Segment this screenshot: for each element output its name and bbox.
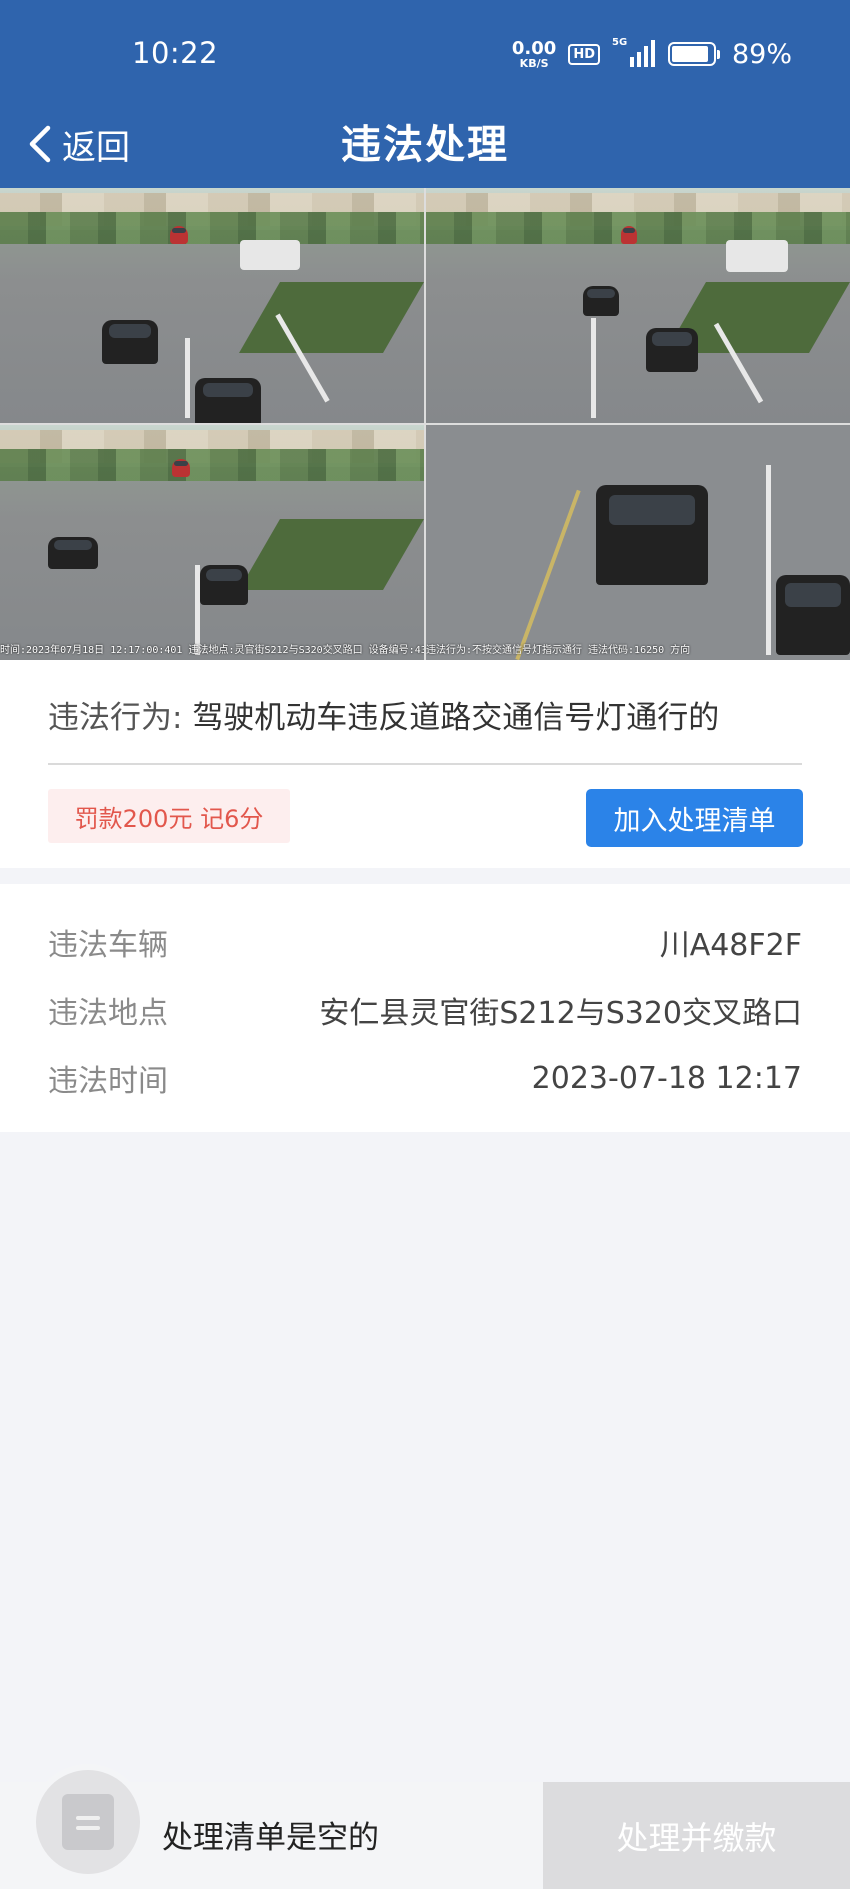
detail-value: 2023-07-18 12:17 (531, 1060, 802, 1096)
detail-value: 川A48F2F (659, 928, 802, 963)
app-header: 10:22 0.00 KB/S HD 5G 89% 返回 违法处理 (0, 0, 850, 188)
detail-value: 安仁县灵官街S212与S320交叉路口 (319, 996, 802, 1031)
detail-key: 违法时间 (48, 1064, 168, 1099)
battery-percent: 89% (731, 38, 792, 70)
violation-photo-2[interactable] (426, 188, 850, 423)
violation-photo-4[interactable]: 违法行为:不按交通信号灯指示通行 违法代码:16250 方向 (426, 425, 850, 660)
detail-row-time: 违法时间 2023-07-18 12:17 (48, 1055, 802, 1101)
add-to-list-button[interactable]: 加入处理清单 (586, 789, 803, 847)
photo-caption-left: 时间:2023年07月18日 12:17:00:401 违法地点:灵官街S212… (0, 645, 424, 656)
violation-behavior-text: 驾驶机动车违反道路交通信号灯通行的 (192, 700, 720, 736)
hd-icon: HD (568, 43, 600, 65)
violation-photo-1[interactable] (0, 188, 424, 423)
process-and-pay-button[interactable]: 处理并缴款 (543, 1782, 850, 1889)
status-bar: 10:22 0.00 KB/S HD 5G 89% (0, 0, 850, 108)
network-type: 5G (611, 37, 628, 48)
detail-row-location: 违法地点 安仁县灵官街S212与S320交叉路口 (48, 987, 802, 1033)
violation-card: 违法行为: 驾驶机动车违反道路交通信号灯通行的 罚款200元 记6分 加入处理清… (0, 660, 850, 868)
fine-badge: 罚款200元 记6分 (48, 789, 290, 843)
network-speed: 0.00 KB/S (511, 37, 557, 70)
photo-caption-right: 违法行为:不按交通信号灯指示通行 违法代码:16250 方向 (426, 645, 691, 656)
divider (48, 763, 802, 765)
list-empty-text: 处理清单是空的 (162, 1820, 379, 1856)
network-speed-unit: KB/S (519, 56, 549, 70)
nav-bar: 返回 违法处理 (0, 108, 850, 188)
list-icon (62, 1794, 114, 1850)
violation-details: 违法车辆 川A48F2F 违法地点 安仁县灵官街S212与S320交叉路口 违法… (0, 884, 850, 1132)
violation-photos[interactable]: 时间:2023年07月18日 12:17:00:401 违法地点:灵官街S212… (0, 188, 850, 660)
detail-row-vehicle: 违法车辆 川A48F2F (48, 919, 802, 965)
signal-icon: 5G (611, 37, 656, 69)
violation-behavior-label: 违法行为: (48, 700, 183, 736)
network-speed-value: 0.00 (511, 37, 557, 59)
bottom-bar: 处理清单是空的 处理并缴款 (0, 1770, 850, 1889)
battery-icon (667, 42, 720, 66)
detail-key: 违法车辆 (48, 928, 168, 963)
processing-list-button[interactable] (36, 1770, 140, 1874)
violation-photo-3[interactable]: 时间:2023年07月18日 12:17:00:401 违法地点:灵官街S212… (0, 425, 424, 660)
status-indicators: 0.00 KB/S HD 5G 89% (512, 36, 792, 72)
page-title: 违法处理 (341, 122, 509, 168)
status-time: 10:22 (132, 36, 219, 70)
violation-behavior: 违法行为: 驾驶机动车违反道路交通信号灯通行的 (48, 692, 719, 737)
detail-key: 违法地点 (48, 996, 168, 1031)
